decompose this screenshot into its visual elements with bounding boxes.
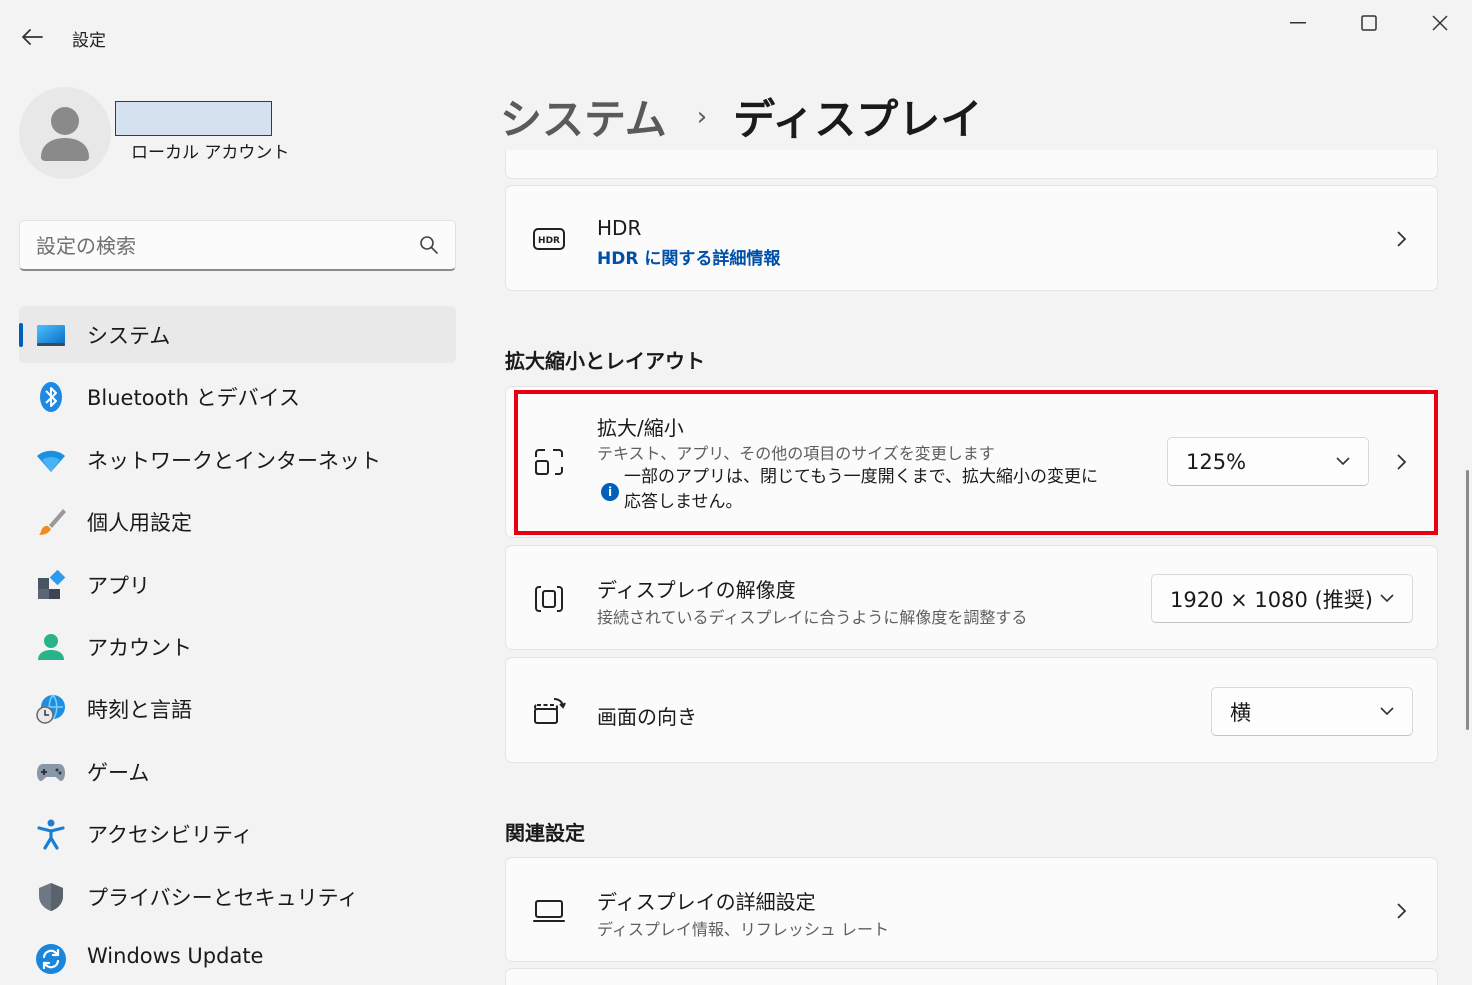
system-icon — [37, 325, 65, 346]
sidebar-item-system[interactable]: システム — [19, 306, 456, 363]
orientation-icon — [534, 698, 566, 724]
sidebar-item-personalization[interactable]: 個人用設定 — [19, 493, 456, 550]
avatar[interactable] — [19, 87, 111, 179]
sidebar-item-label: アプリ — [87, 573, 150, 598]
scale-dropdown[interactable]: 125% — [1167, 437, 1369, 486]
scale-card[interactable]: 拡大/縮小 テキスト、アプリ、その他の項目のサイズを変更します i 一部のアプリ… — [505, 386, 1438, 538]
chevron-right-icon — [1397, 231, 1407, 247]
sidebar-item-label: アクセシビリティ — [87, 823, 253, 848]
sidebar-item-label: システム — [87, 324, 171, 348]
chevron-right-icon[interactable] — [1393, 452, 1409, 472]
sidebar-nav: システム Bluetooth とデバイス ネットワークとインターネット 個人用設… — [19, 306, 456, 985]
hdr-learn-more-link[interactable]: HDR に関する詳細情報 — [597, 244, 780, 269]
sidebar-item-gaming[interactable]: ゲーム — [19, 743, 456, 800]
hdr-title: HDR — [597, 216, 642, 240]
next-setting-card[interactable] — [505, 968, 1438, 985]
shield-icon — [39, 882, 63, 911]
chevron-down-icon — [1380, 594, 1394, 603]
sidebar-item-bluetooth[interactable]: Bluetooth とデバイス — [19, 368, 456, 425]
sidebar-item-windows-update[interactable]: Windows Update — [19, 930, 456, 985]
resolution-dropdown-value: 1920 × 1080 (推奨) — [1170, 587, 1373, 612]
search-input[interactable] — [36, 221, 396, 270]
hdr-card[interactable]: HDR HDR HDR に関する詳細情報 — [505, 185, 1438, 291]
advanced-display-card[interactable]: ディスプレイの詳細設定 ディスプレイ情報、リフレッシュ レート — [505, 857, 1438, 962]
breadcrumb-separator: › — [696, 101, 708, 132]
sidebar-item-label: Bluetooth とデバイス — [87, 386, 300, 411]
info-icon: i — [601, 483, 619, 501]
close-icon — [1432, 15, 1448, 31]
page-title: ディスプレイ — [733, 95, 983, 144]
bluetooth-icon — [40, 382, 62, 413]
advanced-display-title: ディスプレイの詳細設定 — [597, 890, 816, 914]
sidebar-item-label: 時刻と言語 — [87, 698, 192, 723]
account-type: ローカル アカウント — [131, 143, 290, 163]
sidebar-item-apps[interactable]: アプリ — [19, 556, 456, 613]
monitor-icon — [533, 900, 565, 922]
chevron-right-icon — [1397, 903, 1407, 919]
minimize-icon — [1290, 22, 1306, 24]
sidebar-item-accounts[interactable]: アカウント — [19, 618, 456, 675]
sidebar-item-accessibility[interactable]: アクセシビリティ — [19, 805, 456, 862]
sidebar-item-label: ネットワークとインターネット — [87, 448, 381, 473]
scale-icon — [535, 449, 563, 475]
orientation-title: 画面の向き — [597, 705, 697, 729]
username-redacted — [115, 101, 272, 136]
chevron-down-icon — [1380, 707, 1394, 716]
time-language-icon — [36, 694, 65, 725]
scale-note: 一部のアプリは、閉じてもう一度開くまで、拡大縮小の変更に応答しません。 — [624, 467, 1098, 512]
sidebar-item-label: プライバシーとセキュリティ — [87, 885, 359, 910]
resolution-icon — [535, 586, 563, 612]
sidebar-item-privacy[interactable]: プライバシーとセキュリティ — [19, 868, 456, 925]
search-box[interactable] — [19, 220, 456, 271]
sidebar-item-label: Windows Update — [87, 943, 264, 968]
breadcrumb-parent[interactable]: システム — [500, 86, 667, 147]
maximize-icon — [1361, 15, 1377, 31]
sidebar-item-label: ゲーム — [87, 760, 150, 785]
resolution-title: ディスプレイの解像度 — [597, 578, 796, 602]
gamepad-icon — [37, 763, 65, 781]
scrollbar[interactable] — [1466, 470, 1469, 730]
brush-icon — [39, 509, 66, 536]
chevron-down-icon — [1336, 457, 1350, 466]
maximize-button[interactable] — [1339, 8, 1399, 38]
search-icon[interactable] — [419, 235, 439, 255]
user-avatar-icon — [41, 107, 89, 161]
apps-icon — [38, 569, 66, 599]
close-button[interactable] — [1410, 8, 1470, 38]
orientation-dropdown-value: 横 — [1230, 700, 1251, 725]
minimize-button[interactable] — [1268, 8, 1328, 38]
scale-title: 拡大/縮小 — [597, 416, 684, 440]
wifi-icon — [37, 450, 65, 472]
resolution-subtitle: 接続されているディスプレイに合うように解像度を調整する — [597, 608, 1028, 627]
scale-subtitle: テキスト、アプリ、その他の項目のサイズを変更します — [597, 444, 995, 463]
back-button[interactable] — [14, 22, 50, 52]
section-title-scale-layout: 拡大縮小とレイアウト — [505, 349, 705, 373]
resolution-card[interactable]: ディスプレイの解像度 接続されているディスプレイに合うように解像度を調整する 1… — [505, 545, 1438, 650]
orientation-dropdown[interactable]: 横 — [1211, 687, 1413, 736]
windows-update-icon — [36, 943, 66, 974]
title-bar: 設定 — [0, 0, 1472, 72]
previous-setting-card[interactable] — [505, 150, 1438, 179]
resolution-dropdown[interactable]: 1920 × 1080 (推奨) — [1151, 574, 1413, 623]
accessibility-icon — [37, 819, 65, 850]
scale-dropdown-value: 125% — [1186, 449, 1247, 474]
sidebar-item-network[interactable]: ネットワークとインターネット — [19, 431, 456, 488]
sidebar-item-label: アカウント — [87, 635, 192, 660]
breadcrumb: システム › ディスプレイ — [500, 86, 982, 147]
account-icon — [38, 633, 64, 660]
svg-text:HDR: HDR — [538, 236, 560, 246]
hdr-icon: HDR — [533, 228, 565, 250]
back-arrow-icon — [22, 29, 43, 45]
advanced-display-subtitle: ディスプレイ情報、リフレッシュ レート — [597, 920, 889, 939]
sidebar-item-time-language[interactable]: 時刻と言語 — [19, 680, 456, 737]
orientation-card[interactable]: 画面の向き 横 — [505, 657, 1438, 763]
section-title-related: 関連設定 — [505, 821, 585, 845]
sidebar-item-label: 個人用設定 — [87, 511, 192, 536]
app-title: 設定 — [72, 31, 106, 51]
